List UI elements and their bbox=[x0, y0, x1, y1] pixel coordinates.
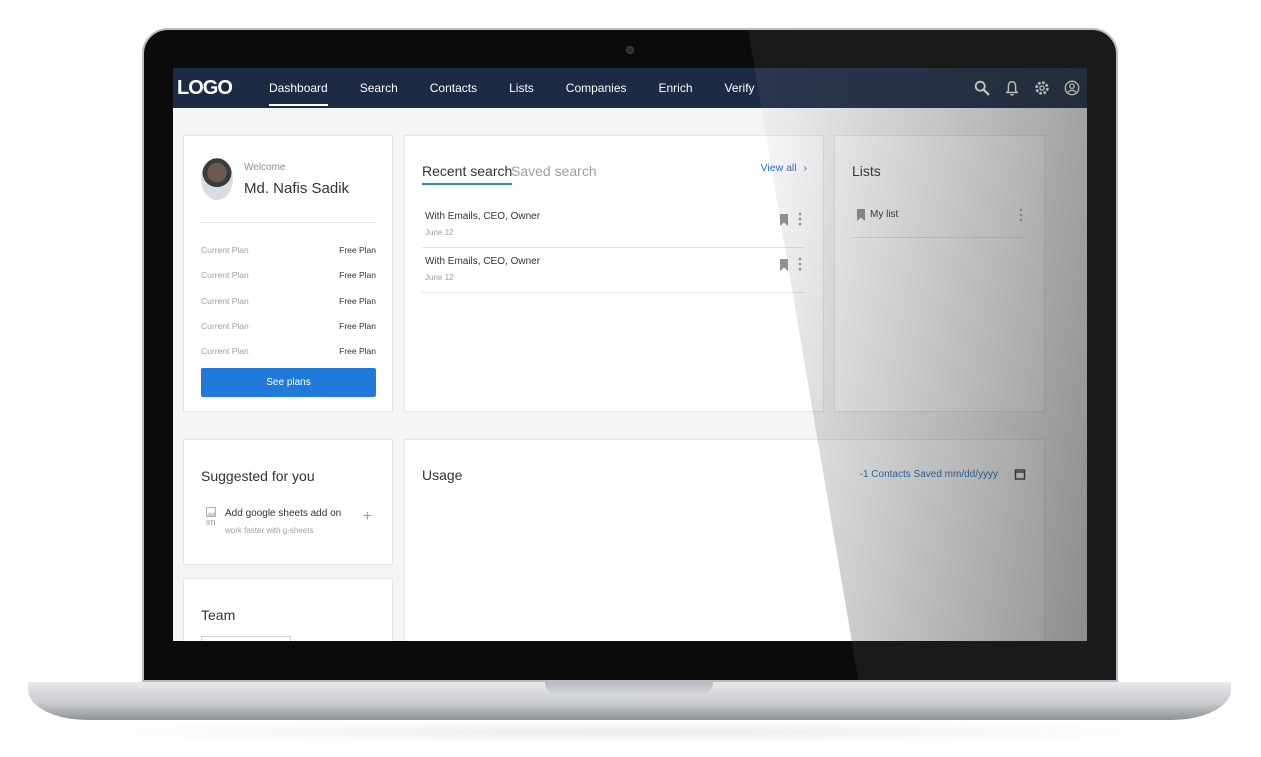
suggested-title: Suggested for you bbox=[201, 468, 315, 484]
bell-icon[interactable] bbox=[1003, 79, 1021, 97]
search-title: With Emails, CEO, Owner bbox=[425, 256, 541, 267]
profile-card: Welcome Md. Nafis Sadik Current Plan Fre… bbox=[183, 135, 393, 412]
laptop-shadow bbox=[50, 720, 1210, 744]
lists-card: Lists My list bbox=[834, 135, 1045, 412]
bookmark-icon[interactable] bbox=[780, 259, 788, 271]
see-plans-button[interactable]: See plans bbox=[201, 368, 376, 397]
welcome-label: Welcome bbox=[244, 162, 286, 173]
suggestion-subtitle: work faster with g-sheets bbox=[225, 526, 314, 535]
search-title: With Emails, CEO, Owner bbox=[425, 211, 541, 222]
plan-label: Current Plan bbox=[201, 296, 249, 306]
nav-companies[interactable]: Companies bbox=[566, 68, 627, 108]
tab-saved-search[interactable]: Saved search bbox=[511, 163, 597, 179]
usage-date-link[interactable]: -1 Contacts Saved mm/dd/yyyy bbox=[860, 469, 998, 480]
suggestion-title: Add google sheets add on bbox=[225, 508, 342, 519]
plan-label: Current Plan bbox=[201, 245, 249, 255]
more-vertical-icon[interactable] bbox=[1019, 208, 1023, 222]
divider bbox=[201, 222, 376, 223]
bookmark-icon[interactable] bbox=[780, 214, 788, 226]
plan-label: Current Plan bbox=[201, 270, 249, 280]
tab-recent-search[interactable]: Recent search bbox=[422, 163, 513, 185]
laptop-notch bbox=[545, 682, 713, 696]
team-field[interactable] bbox=[201, 636, 291, 641]
view-all-label: View all bbox=[760, 162, 797, 174]
screen: LOGO Dashboard Search Contacts Lists Com… bbox=[173, 68, 1087, 641]
user-name: Md. Nafis Sadik bbox=[244, 180, 350, 197]
nav-lists[interactable]: Lists bbox=[509, 68, 534, 108]
suggested-card: Suggested for you im Add google sheets a… bbox=[183, 439, 393, 565]
list-item[interactable]: With Emails, CEO, Owner June 12 bbox=[422, 247, 805, 293]
nav-verify[interactable]: Verify bbox=[725, 68, 755, 108]
calendar-icon[interactable] bbox=[1014, 468, 1026, 480]
gear-icon[interactable] bbox=[1033, 79, 1051, 97]
plan-row: Current Plan Free Plan bbox=[201, 245, 376, 255]
more-vertical-icon[interactable] bbox=[798, 257, 802, 271]
more-vertical-icon[interactable] bbox=[798, 212, 802, 226]
search-date: June 12 bbox=[425, 273, 454, 282]
plan-value: Free Plan bbox=[339, 321, 376, 331]
plan-value: Free Plan bbox=[339, 245, 376, 255]
team-card: Team bbox=[183, 578, 393, 641]
usage-card: Usage -1 Contacts Saved mm/dd/yyyy bbox=[404, 439, 1045, 641]
avatar[interactable] bbox=[201, 158, 233, 200]
nav-contacts[interactable]: Contacts bbox=[430, 68, 477, 108]
broken-image-icon: im bbox=[206, 507, 220, 535]
plan-row: Current Plan Free Plan bbox=[201, 296, 376, 306]
nav-dashboard[interactable]: Dashboard bbox=[269, 68, 328, 108]
plan-value: Free Plan bbox=[339, 270, 376, 280]
plan-value: Free Plan bbox=[339, 346, 376, 356]
plan-row: Current Plan Free Plan bbox=[201, 270, 376, 280]
list-item[interactable]: My list bbox=[852, 204, 1026, 238]
plan-row: Current Plan Free Plan bbox=[201, 321, 376, 331]
search-history-card: Recent search Saved search View all › Wi… bbox=[404, 135, 824, 412]
bookmark-icon bbox=[857, 209, 865, 221]
image-alt-text: im bbox=[206, 517, 216, 527]
plus-icon[interactable]: + bbox=[363, 508, 372, 526]
chevron-right-icon: › bbox=[803, 162, 808, 174]
search-icon[interactable] bbox=[973, 79, 991, 97]
list-label: My list bbox=[870, 209, 899, 220]
nav-enrich[interactable]: Enrich bbox=[659, 68, 693, 108]
search-date: June 12 bbox=[425, 228, 454, 237]
nav-search[interactable]: Search bbox=[360, 68, 398, 108]
list-item[interactable]: With Emails, CEO, Owner June 12 bbox=[422, 202, 805, 248]
usage-title: Usage bbox=[422, 467, 463, 483]
account-icon[interactable] bbox=[1063, 79, 1081, 97]
view-all-link[interactable]: View all › bbox=[761, 162, 807, 174]
top-nav: LOGO Dashboard Search Contacts Lists Com… bbox=[173, 68, 1087, 108]
plan-value: Free Plan bbox=[339, 296, 376, 306]
webcam bbox=[626, 46, 634, 54]
nav-icons bbox=[973, 68, 1081, 108]
lists-title: Lists bbox=[852, 163, 881, 179]
plan-label: Current Plan bbox=[201, 321, 249, 331]
plan-row: Current Plan Free Plan bbox=[201, 346, 376, 356]
plan-label: Current Plan bbox=[201, 346, 249, 356]
team-title: Team bbox=[201, 607, 236, 623]
logo[interactable]: LOGO bbox=[177, 77, 269, 100]
